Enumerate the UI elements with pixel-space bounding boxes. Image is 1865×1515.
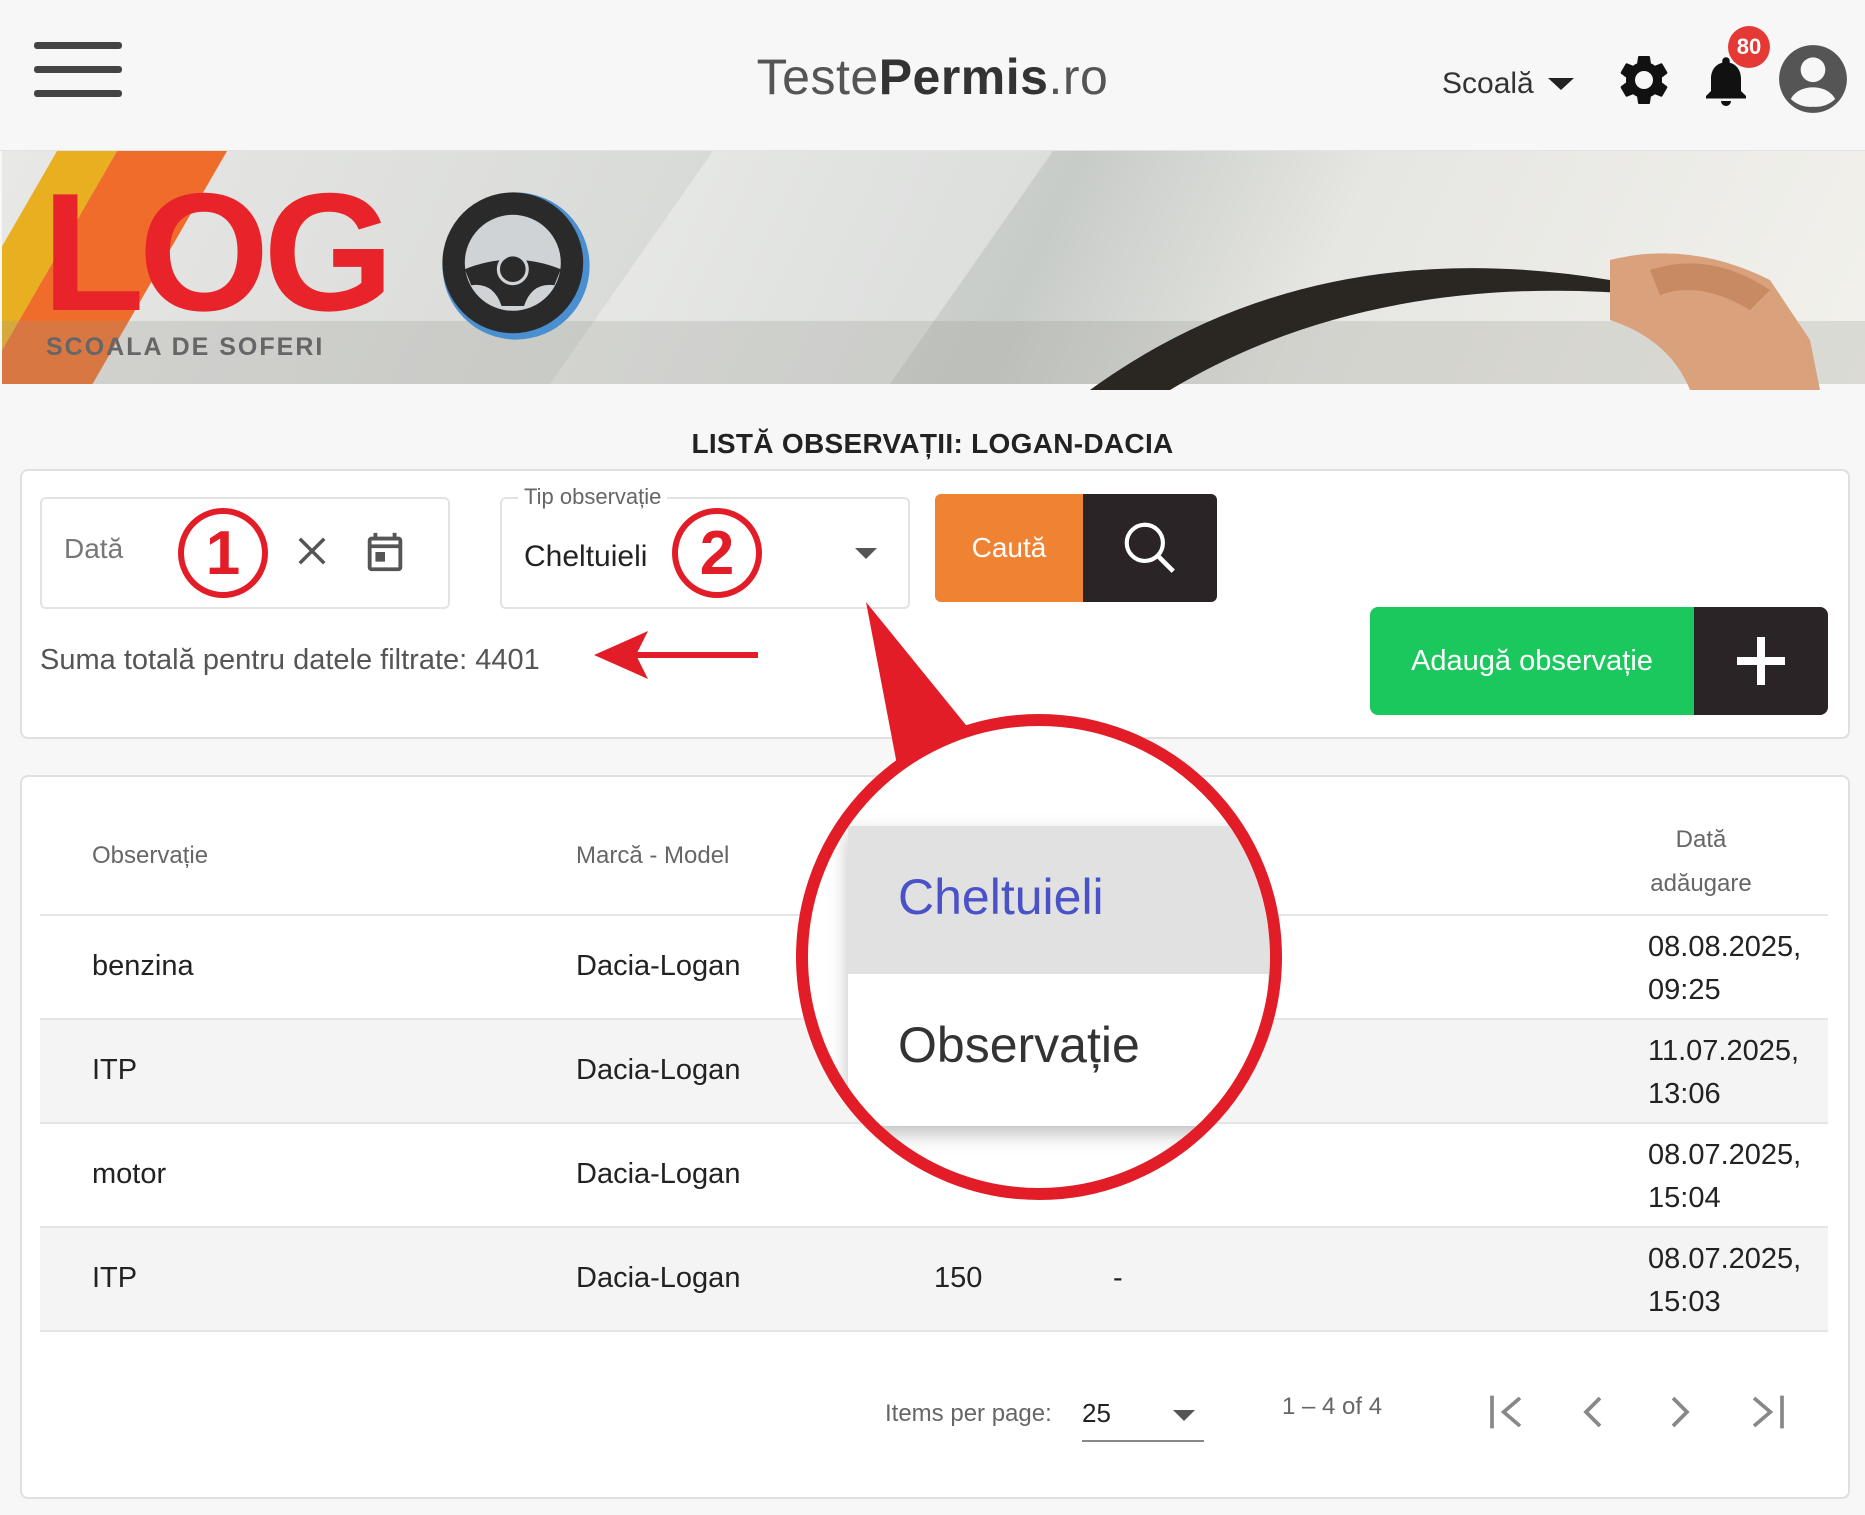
prev-page-icon[interactable]: [1565, 1384, 1621, 1440]
column-header-date-line1: Dată: [1675, 826, 1727, 853]
cell-time: 15:04: [1648, 1182, 1721, 1214]
column-header-date-added[interactable]: Dată adăugare: [1620, 818, 1782, 906]
dropdown-zoom-callout: Cheltuieli Observație: [796, 714, 1282, 1200]
role-dropdown[interactable]: Scoală: [1442, 62, 1574, 106]
cell-date-added: 08.08.2025, 09:25: [1648, 926, 1801, 1012]
cell-time: 09:25: [1648, 974, 1721, 1006]
cell-date-added: 08.07.2025, 15:04: [1648, 1134, 1801, 1220]
observation-type-value: Cheltuieli: [524, 540, 648, 573]
cell-observation: ITP: [92, 1262, 138, 1294]
cell-time: 13:06: [1648, 1078, 1721, 1110]
plus-icon: [1737, 637, 1785, 685]
brand-title[interactable]: TestePermis.ro: [0, 48, 1865, 106]
option-observatie-label: Observație: [898, 1017, 1140, 1073]
brand-part-ro: .ro: [1048, 49, 1109, 105]
cell-description: -: [1113, 1262, 1123, 1294]
column-header-date-line2: adăugare: [1650, 870, 1752, 897]
page-title: LISTĂ OBSERVAȚII: LOGAN-DACIA: [691, 428, 1174, 459]
items-per-page-value: 25: [1082, 1398, 1111, 1428]
last-page-icon[interactable]: [1740, 1384, 1796, 1440]
cell-brand-model: Dacia-Logan: [576, 1262, 741, 1294]
cell-date-added: 08.07.2025, 15:03: [1648, 1238, 1801, 1324]
brand-part-permis: Permis: [878, 49, 1049, 105]
table-row[interactable]: ITP Dacia-Logan 150 - 08.07.2025, 15:03: [40, 1226, 1828, 1332]
add-observation-label: Adaugă observație: [1370, 607, 1694, 715]
cell-brand-model: Dacia-Logan: [576, 1158, 741, 1190]
observation-type-options: Cheltuieli Observație: [848, 826, 1268, 1126]
cell-brand-model: Dacia-Logan: [576, 1054, 741, 1086]
gear-icon[interactable]: [1614, 50, 1674, 110]
column-header-observation[interactable]: Observație: [92, 842, 208, 870]
account-icon[interactable]: [1776, 42, 1850, 116]
cell-date: 08.07.2025,: [1648, 1243, 1802, 1275]
option-observatie[interactable]: Observație: [848, 974, 1268, 1122]
search-button-label: Caută: [935, 494, 1083, 602]
cell-time: 15:03: [1648, 1286, 1721, 1318]
school-logo-subtitle: SCOALA DE SOFERI: [46, 333, 325, 361]
cell-date: 08.08.2025,: [1648, 931, 1802, 963]
items-per-page-label: Items per page:: [885, 1400, 1052, 1427]
annotation-badge-2: 2: [672, 508, 762, 598]
chevron-down-icon: [1173, 1410, 1195, 1421]
arrow-left-icon: [594, 631, 758, 679]
cell-observation: motor: [92, 1158, 167, 1190]
first-page-icon[interactable]: [1478, 1384, 1534, 1440]
chevron-down-icon: [1547, 78, 1574, 90]
cell-sum: 150: [934, 1262, 983, 1294]
add-observation-button[interactable]: Adaugă observație: [1370, 607, 1828, 715]
paginator-range: 1 – 4 of 4: [1282, 1393, 1383, 1420]
banner-hand-wheel-image: [1090, 253, 1820, 390]
filtered-total-text: Suma totală pentru datele filtrate: 4401: [40, 644, 540, 676]
notification-badge: 80: [1728, 26, 1770, 68]
search-icon: [1124, 522, 1175, 573]
cell-date: 08.07.2025,: [1648, 1139, 1802, 1171]
steering-wheel-logo-icon: [442, 192, 590, 340]
next-page-icon[interactable]: [1652, 1384, 1708, 1440]
search-button[interactable]: Caută: [935, 494, 1217, 602]
brand-part-teste: Teste: [756, 49, 879, 105]
cell-brand-model: Dacia-Logan: [576, 950, 741, 982]
clear-icon[interactable]: [291, 530, 333, 572]
chevron-down-icon: [855, 548, 877, 559]
role-dropdown-value: Scoală: [1442, 67, 1534, 100]
cell-observation: ITP: [92, 1054, 138, 1086]
observation-type-label: Tip observație: [518, 484, 668, 510]
school-logo: LOG: [42, 158, 394, 346]
cell-date-added: 11.07.2025, 13:06: [1648, 1030, 1799, 1116]
calendar-icon[interactable]: [362, 529, 408, 575]
cell-observation: benzina: [92, 950, 194, 982]
date-filter-placeholder: Dată: [64, 533, 124, 564]
table-divider: [40, 1330, 1828, 1332]
option-cheltuieli-label: Cheltuieli: [898, 869, 1104, 925]
cell-date: 11.07.2025,: [1648, 1035, 1800, 1067]
option-cheltuieli[interactable]: Cheltuieli: [848, 826, 1268, 974]
annotation-badge-1: 1: [178, 508, 268, 598]
column-header-brand-model[interactable]: Marcă - Model: [576, 842, 729, 870]
